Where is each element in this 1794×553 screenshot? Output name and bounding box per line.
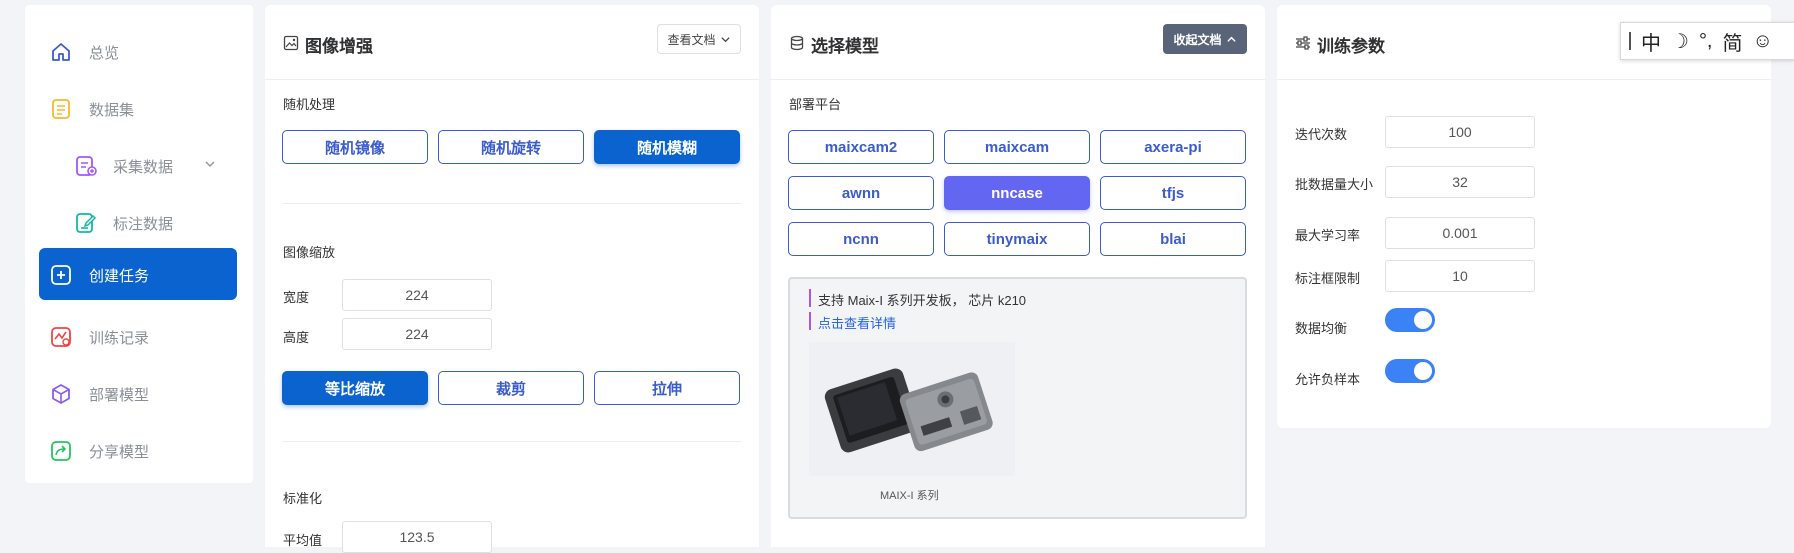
platform-info-box: 支持 Maix-I 系列开发板， 芯片 k210 点击查看详情 MAIX-I 系… xyxy=(788,277,1247,519)
platform-button-ncnn[interactable]: ncnn xyxy=(788,222,934,256)
cube-icon xyxy=(52,384,70,404)
ime-toolbar: 中 ☽ °, 简 ☺ xyxy=(1620,22,1794,60)
train-params-panel: 训练参数 迭代次数 100 批数据量大小 32 最大学习率 0.001 标注框限… xyxy=(1277,5,1771,428)
height-label: 高度 xyxy=(283,330,310,345)
sidebar: 总览 数据集 采集数据 标注数据 创建任务 训练记录 部署模型 分享模型 xyxy=(25,5,253,483)
ime-simplified[interactable]: 简 xyxy=(1723,27,1743,56)
sidebar-item-training-records[interactable]: 训练记录 xyxy=(39,310,237,362)
sliders-icon xyxy=(1296,36,1310,50)
maix-board-image xyxy=(824,368,993,453)
width-label: 宽度 xyxy=(283,290,310,305)
sidebar-item-label: 创建任务 xyxy=(89,268,150,285)
bbox-limit-label: 标注框限制 xyxy=(1295,271,1361,286)
learning-rate-label: 最大学习率 xyxy=(1295,228,1361,243)
board-image xyxy=(809,342,1015,476)
dataset-icon xyxy=(52,99,70,119)
train-title: 训练参数 xyxy=(1317,37,1385,56)
platform-button-awnn[interactable]: awnn xyxy=(788,176,934,210)
mean-label: 平均值 xyxy=(283,533,323,548)
view-docs-button[interactable]: 查看文档 xyxy=(657,24,741,54)
view-docs-label: 查看文档 xyxy=(667,32,716,47)
ime-emoji-icon[interactable]: ☺ xyxy=(1753,30,1773,53)
scale-section-label: 图像缩放 xyxy=(283,245,336,260)
epochs-label: 迭代次数 xyxy=(1295,127,1348,142)
board-image-caption: MAIX-I 系列 xyxy=(880,490,939,502)
sidebar-item-create-task[interactable]: 创建任务 xyxy=(39,248,237,300)
annotate-icon xyxy=(76,213,97,233)
negative-samples-label: 允许负样本 xyxy=(1295,372,1361,387)
negative-samples-toggle[interactable] xyxy=(1385,359,1435,383)
image-icon xyxy=(283,35,299,51)
ime-punctuation[interactable]: °, xyxy=(1699,30,1713,53)
proportional-scale-button[interactable]: 等比缩放 xyxy=(282,371,428,405)
random-mirror-button[interactable]: 随机镜像 xyxy=(282,130,428,164)
data-balance-toggle[interactable] xyxy=(1385,308,1435,332)
collect-data-icon xyxy=(76,156,97,176)
toggle-knob xyxy=(1414,362,1432,380)
database-icon xyxy=(790,35,804,51)
platform-button-nncase[interactable]: nncase xyxy=(944,176,1090,210)
height-input[interactable]: 224 xyxy=(342,318,492,350)
divider xyxy=(282,203,741,204)
learning-rate-input[interactable]: 0.001 xyxy=(1385,217,1535,249)
share-icon xyxy=(51,441,71,461)
ime-drag-handle[interactable] xyxy=(1629,32,1631,50)
platform-section-label: 部署平台 xyxy=(789,97,842,112)
platform-button-tinymaix[interactable]: tinymaix xyxy=(944,222,1090,256)
platform-button-tfjs[interactable]: tfjs xyxy=(1100,176,1246,210)
sidebar-item-label: 数据集 xyxy=(89,102,135,119)
collapse-docs-label: 收起文档 xyxy=(1173,32,1222,47)
sidebar-item-label: 标注数据 xyxy=(113,216,174,233)
bbox-limit-input[interactable]: 10 xyxy=(1385,260,1535,292)
toggle-knob xyxy=(1414,311,1432,329)
sidebar-item-label: 采集数据 xyxy=(113,159,174,176)
model-title: 选择模型 xyxy=(811,37,879,56)
info-accent-bar xyxy=(809,312,811,330)
platform-button-blai[interactable]: blai xyxy=(1100,222,1246,256)
sidebar-item-dataset[interactable]: 数据集 xyxy=(39,82,237,134)
sidebar-item-label: 分享模型 xyxy=(89,444,150,461)
platform-button-maixcam2[interactable]: maixcam2 xyxy=(788,130,934,164)
chevron-up-icon xyxy=(1226,36,1236,42)
chevron-down-icon[interactable] xyxy=(203,157,217,171)
sidebar-item-collect-data[interactable]: 采集数据 xyxy=(39,139,237,191)
chevron-down-icon xyxy=(720,36,730,42)
home-icon xyxy=(52,43,70,61)
batch-size-input[interactable]: 32 xyxy=(1385,166,1535,198)
crop-button[interactable]: 裁剪 xyxy=(438,371,584,405)
plus-square-icon xyxy=(51,265,71,285)
width-input[interactable]: 224 xyxy=(342,279,492,311)
epochs-input[interactable]: 100 xyxy=(1385,116,1535,148)
details-link[interactable]: 点击查看详情 xyxy=(818,313,896,332)
training-chart-icon xyxy=(51,327,71,347)
augment-header: 图像增强 查看文档 xyxy=(265,5,759,80)
ime-moon-icon[interactable]: ☽ xyxy=(1671,29,1689,54)
sidebar-item-label: 训练记录 xyxy=(89,330,150,347)
sidebar-item-label: 部署模型 xyxy=(89,387,150,404)
info-accent-bar xyxy=(809,289,811,307)
sidebar-item-overview[interactable]: 总览 xyxy=(39,25,237,77)
augment-title: 图像增强 xyxy=(305,37,373,56)
random-blur-button[interactable]: 随机模糊 xyxy=(594,130,740,164)
model-panel: 选择模型 收起文档 部署平台 maixcam2 maixcam axera-pi… xyxy=(771,5,1265,547)
sidebar-item-share-model[interactable]: 分享模型 xyxy=(39,424,237,476)
augment-panel: 图像增强 查看文档 随机处理 随机镜像 随机旋转 随机模糊 图像缩放 宽度 22… xyxy=(265,5,759,553)
platform-button-maixcam[interactable]: maixcam xyxy=(944,130,1090,164)
sidebar-item-annotate-data[interactable]: 标注数据 xyxy=(39,196,237,248)
normalize-section-label: 标准化 xyxy=(283,491,323,506)
data-balance-label: 数据均衡 xyxy=(1295,321,1348,336)
random-section-label: 随机处理 xyxy=(283,97,336,112)
random-rotate-button[interactable]: 随机旋转 xyxy=(438,130,584,164)
batch-size-label: 批数据量大小 xyxy=(1295,177,1374,192)
platform-button-axera-pi[interactable]: axera-pi xyxy=(1100,130,1246,164)
sidebar-item-label: 总览 xyxy=(89,45,120,62)
platform-info-text: 支持 Maix-I 系列开发板， 芯片 k210 xyxy=(818,293,1027,308)
collapse-docs-button[interactable]: 收起文档 xyxy=(1163,24,1247,54)
model-header: 选择模型 收起文档 xyxy=(771,5,1265,80)
stretch-button[interactable]: 拉伸 xyxy=(594,371,740,405)
sidebar-item-deploy-model[interactable]: 部署模型 xyxy=(39,367,237,419)
divider xyxy=(282,441,741,442)
mean-input[interactable]: 123.5 xyxy=(342,521,492,553)
ime-mode-chinese[interactable]: 中 xyxy=(1641,27,1661,56)
